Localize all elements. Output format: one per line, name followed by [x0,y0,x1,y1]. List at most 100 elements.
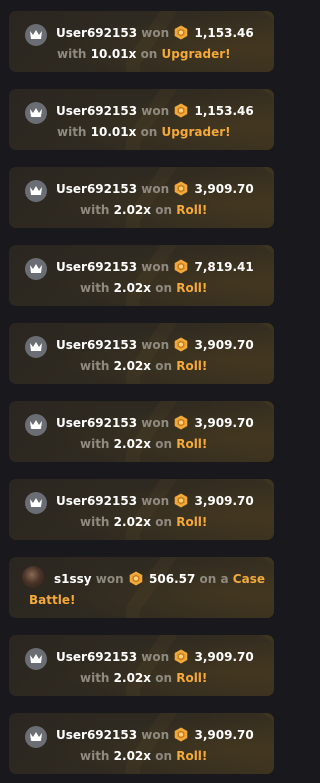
avatar[interactable] [25,180,47,202]
username[interactable]: User692153 [56,260,137,274]
won-label: won [141,26,170,40]
won-label: won [141,104,170,118]
game-link[interactable]: Roll! [176,281,207,295]
multiplier: 2.02x [113,749,152,763]
win-line-1: User692153 won 3,909.70 [56,415,254,431]
win-card[interactable]: User692153 won 3,909.70 with 2.02x on Ro… [9,479,274,540]
win-amount: 1,153.46 [194,104,254,118]
avatar[interactable] [25,336,47,358]
win-card[interactable]: User692153 won 3,909.70 with 2.02x on Ro… [9,167,274,228]
win-line-1: s1ssy won 506.57 on a Case [54,571,265,587]
won-label: won [95,572,124,586]
won-label: won [141,650,170,664]
multiplier: 2.02x [113,671,152,685]
win-line-2: with 2.02x on Roll! [80,670,207,686]
on-label: on [155,749,173,763]
crown-icon [30,342,42,351]
multiplier: 2.02x [113,437,152,451]
game-link[interactable]: Upgrader! [162,47,231,61]
game-link[interactable]: Roll! [176,359,207,373]
win-line-2: with 2.02x on Roll! [80,202,207,218]
game-link[interactable]: Roll! [176,749,207,763]
crown-icon [30,654,42,663]
avatar[interactable] [25,726,47,748]
win-amount: 1,153.46 [194,26,254,40]
avatar[interactable] [25,492,47,514]
win-card[interactable]: User692153 won 1,153.46 with 10.01x on U… [9,11,274,72]
username[interactable]: User692153 [56,26,137,40]
avatar[interactable] [25,24,47,46]
win-line-1: User692153 won 1,153.46 [56,103,254,119]
multiplier: 2.02x [113,359,152,373]
coin-icon [129,571,143,586]
game-link-continued[interactable]: Battle! [29,593,75,607]
crown-icon [30,264,42,273]
won-label: won [141,338,170,352]
crown-icon [30,498,42,507]
username[interactable]: User692153 [56,338,137,352]
with-label: with [80,437,110,451]
on-label: on [140,125,158,139]
crown-icon [30,108,42,117]
avatar[interactable] [25,102,47,124]
win-line-2: with 2.02x on Roll! [80,280,207,296]
multiplier: 2.02x [113,515,152,529]
win-amount: 3,909.70 [194,728,254,742]
crown-icon [30,732,42,741]
coin-icon [174,103,188,118]
coin-icon [174,493,188,508]
win-line-1: User692153 won 3,909.70 [56,727,254,743]
on-label: on [155,359,173,373]
username[interactable]: s1ssy [54,572,92,586]
game-link[interactable]: Case [233,572,265,586]
won-label: won [141,494,170,508]
crown-icon [30,420,42,429]
on-label: on [155,515,173,529]
game-link[interactable]: Roll! [176,203,207,217]
win-card[interactable]: User692153 won 3,909.70 with 2.02x on Ro… [9,713,274,774]
game-link[interactable]: Upgrader! [162,125,231,139]
win-card[interactable]: User692153 won 3,909.70 with 2.02x on Ro… [9,323,274,384]
on-label: on [155,671,173,685]
username[interactable]: User692153 [56,650,137,664]
game-link[interactable]: Roll! [176,671,207,685]
win-amount: 3,909.70 [194,338,254,352]
username[interactable]: User692153 [56,728,137,742]
win-card[interactable]: User692153 won 3,909.70 with 2.02x on Ro… [9,635,274,696]
win-line-2: with 2.02x on Roll! [80,358,207,374]
win-line-1: User692153 won 3,909.70 [56,493,254,509]
with-label: with [80,359,110,373]
win-amount: 7,819.41 [194,260,254,274]
with-label: with [80,281,110,295]
avatar[interactable] [25,648,47,670]
win-line-1: User692153 won 7,819.41 [56,259,254,275]
coin-icon [174,649,188,664]
win-card[interactable]: User692153 won 1,153.46 with 10.01x on U… [9,89,274,150]
multiplier: 2.02x [113,203,152,217]
game-link[interactable]: Roll! [176,437,207,451]
on-label: on [140,47,158,61]
user-photo-avatar[interactable] [22,566,44,588]
username[interactable]: User692153 [56,182,137,196]
coin-icon [174,25,188,40]
username[interactable]: User692153 [56,494,137,508]
username[interactable]: User692153 [56,416,137,430]
with-label: with [80,515,110,529]
win-line-2: with 2.02x on Roll! [80,436,207,452]
username[interactable]: User692153 [56,104,137,118]
avatar[interactable] [25,258,47,280]
win-line-2: with 2.02x on Roll! [80,748,207,764]
game-link[interactable]: Roll! [176,515,207,529]
crown-icon [30,30,42,39]
coin-icon [174,259,188,274]
crown-icon [30,186,42,195]
win-line-1: User692153 won 1,153.46 [56,25,254,41]
win-card[interactable]: User692153 won 3,909.70 with 2.02x on Ro… [9,401,274,462]
won-label: won [141,182,170,196]
win-card[interactable]: s1ssy won 506.57 on a Case Battle! [9,557,274,618]
won-label: won [141,416,170,430]
win-line-2: with 10.01x on Upgrader! [57,124,231,140]
avatar[interactable] [25,414,47,436]
on-label: on a [199,572,229,586]
win-card[interactable]: User692153 won 7,819.41 with 2.02x on Ro… [9,245,274,306]
